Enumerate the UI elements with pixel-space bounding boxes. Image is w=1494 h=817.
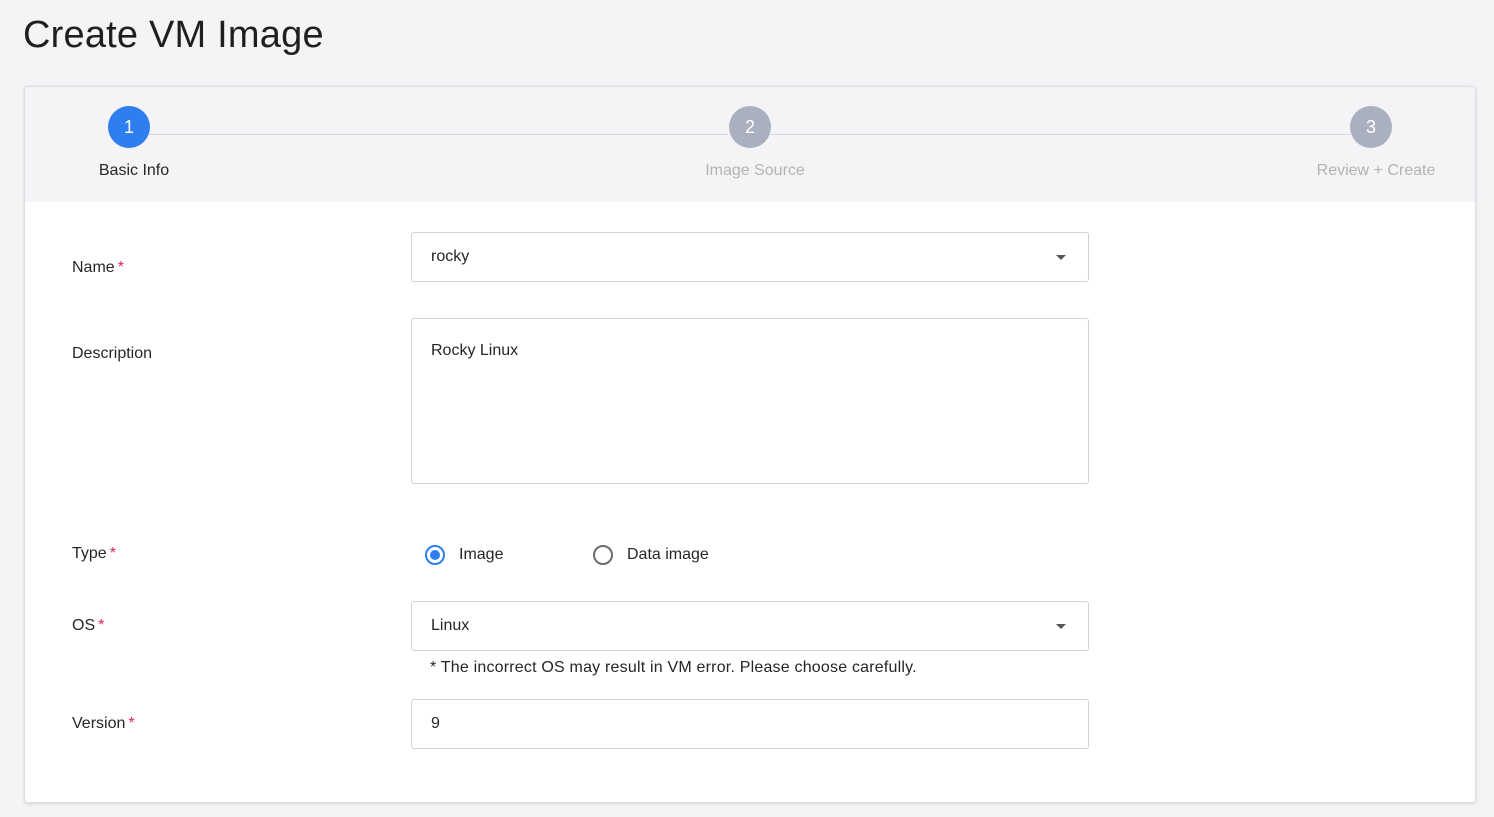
chevron-down-icon[interactable] xyxy=(1056,624,1066,629)
chevron-down-icon[interactable] xyxy=(1056,255,1066,260)
type-data-image-radio[interactable] xyxy=(593,545,613,565)
step-connector xyxy=(771,134,1350,135)
description-label: Description xyxy=(72,345,152,363)
version-input[interactable]: 9 xyxy=(411,699,1089,749)
version-label-text: Version xyxy=(72,715,126,732)
os-hint: * The incorrect OS may result in VM erro… xyxy=(430,659,917,676)
required-marker: * xyxy=(117,259,124,276)
name-select[interactable]: rocky xyxy=(411,232,1089,282)
page-title: Create VM Image xyxy=(23,14,324,56)
name-label-text: Name xyxy=(72,259,115,276)
version-value: 9 xyxy=(431,715,440,732)
step-1-label[interactable]: Basic Info xyxy=(99,162,169,180)
description-label-text: Description xyxy=(72,345,153,362)
type-label-text: Type xyxy=(72,545,107,562)
version-label: Version * xyxy=(72,715,135,733)
description-textarea[interactable]: Rocky Linux xyxy=(411,318,1089,484)
os-label: OS * xyxy=(72,617,104,635)
type-data-image-label[interactable]: Data image xyxy=(627,546,709,564)
os-label-text: OS xyxy=(72,617,96,634)
type-label: Type * xyxy=(72,545,116,563)
step-3-label[interactable]: Review + Create xyxy=(1317,162,1436,180)
name-label: Name * xyxy=(72,259,124,277)
os-select[interactable]: Linux xyxy=(411,601,1089,651)
step-3-indicator[interactable]: 3 xyxy=(1350,106,1392,148)
type-image-label[interactable]: Image xyxy=(459,546,503,564)
step-2-label[interactable]: Image Source xyxy=(705,162,805,180)
type-image-radio[interactable] xyxy=(425,545,445,565)
required-marker: * xyxy=(109,545,116,562)
name-value: rocky xyxy=(431,248,470,265)
create-image-card: 1 Basic Info 2 Image Source 3 Review + C… xyxy=(24,86,1476,803)
required-marker: * xyxy=(98,617,105,634)
step-1-indicator[interactable]: 1 xyxy=(108,106,150,148)
step-2-indicator[interactable]: 2 xyxy=(729,106,771,148)
os-value: Linux xyxy=(431,617,470,634)
description-value: Rocky Linux xyxy=(431,342,519,359)
step-connector xyxy=(149,134,728,135)
required-marker: * xyxy=(128,715,135,732)
wizard-stepper: 1 Basic Info 2 Image Source 3 Review + C… xyxy=(25,87,1475,202)
